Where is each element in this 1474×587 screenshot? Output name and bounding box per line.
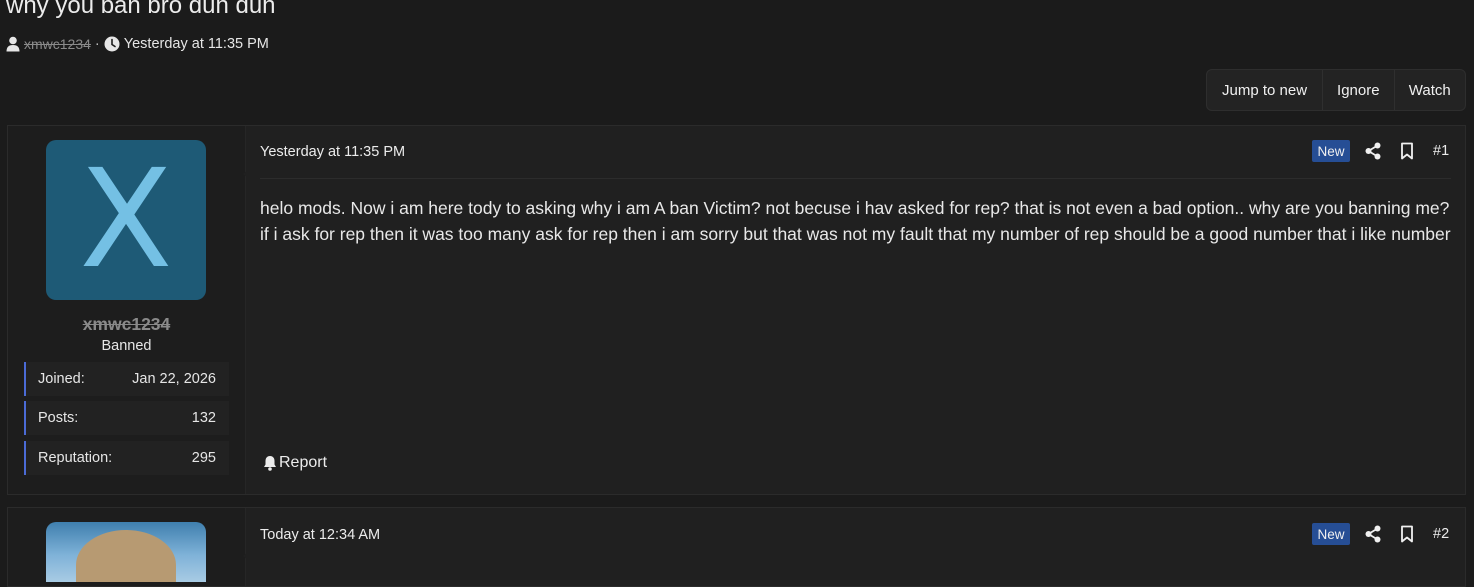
- stat-label: Joined:: [38, 371, 85, 387]
- avatar-image: [76, 530, 176, 582]
- post-body: helo mods. Now i am here tody to asking …: [260, 195, 1460, 247]
- thread-meta: xmwc1234 · Yesterday at 11:35 PM: [6, 36, 269, 52]
- post-2-user-panel: [8, 508, 246, 586]
- post-2: Today at 12:34 AM New #2: [7, 507, 1466, 587]
- post-1-user-panel: X xmwc1234 Banned Joined: Jan 22, 2026 P…: [8, 126, 246, 494]
- thread-date-link[interactable]: Yesterday at 11:35 PM: [124, 36, 269, 52]
- user-avatar[interactable]: [46, 522, 206, 582]
- stat-value: Jan 22, 2026: [132, 371, 216, 387]
- post-body-line: if i ask for rep then it was too many as…: [260, 224, 1451, 244]
- thread-actions: Jump to new Ignore Watch: [1206, 69, 1466, 111]
- thread-title: why you ban bro duh duh: [6, 0, 276, 19]
- report-label: Report: [279, 454, 328, 471]
- post-header-divider: [260, 178, 1451, 179]
- bell-icon: [263, 455, 277, 471]
- new-badge: New: [1312, 140, 1350, 162]
- bookmark-icon[interactable]: [1399, 525, 1415, 543]
- post-1: X xmwc1234 Banned Joined: Jan 22, 2026 P…: [7, 125, 1466, 495]
- jump-to-new-button[interactable]: Jump to new: [1207, 70, 1324, 110]
- stat-label: Posts:: [38, 410, 79, 426]
- stat-label: Reputation:: [38, 450, 113, 466]
- clock-icon: [104, 36, 120, 52]
- user-avatar[interactable]: X: [46, 140, 206, 300]
- stat-value: 295: [191, 450, 216, 466]
- username[interactable]: xmwc1234: [8, 314, 245, 335]
- bookmark-icon[interactable]: [1399, 142, 1415, 160]
- post-number-link[interactable]: #2: [1433, 526, 1449, 542]
- post-date-link[interactable]: Today at 12:34 AM: [260, 527, 380, 543]
- post-body-line: helo mods. Now i am here tody to asking …: [260, 198, 1450, 218]
- post-arrow: [243, 548, 253, 564]
- new-badge: New: [1312, 523, 1350, 545]
- stat-value: 132: [191, 410, 216, 426]
- ignore-button[interactable]: Ignore: [1323, 70, 1395, 110]
- post-date-link[interactable]: Yesterday at 11:35 PM: [260, 144, 405, 160]
- post-number-link[interactable]: #1: [1433, 143, 1449, 159]
- report-button[interactable]: Report: [263, 454, 327, 472]
- thread-author-link[interactable]: xmwc1234: [24, 36, 91, 52]
- user-title: Banned: [101, 338, 152, 354]
- user-icon: [6, 36, 20, 52]
- stat-posts: Posts: 132: [24, 401, 229, 435]
- avatar-letter: X: [79, 141, 173, 299]
- post-arrow: [243, 166, 253, 182]
- meta-separator: ·: [94, 36, 100, 52]
- share-icon[interactable]: [1365, 142, 1381, 160]
- watch-button[interactable]: Watch: [1395, 70, 1465, 110]
- share-icon[interactable]: [1365, 525, 1381, 543]
- stat-joined: Joined: Jan 22, 2026: [24, 362, 229, 396]
- stat-reputation: Reputation: 295: [24, 441, 229, 475]
